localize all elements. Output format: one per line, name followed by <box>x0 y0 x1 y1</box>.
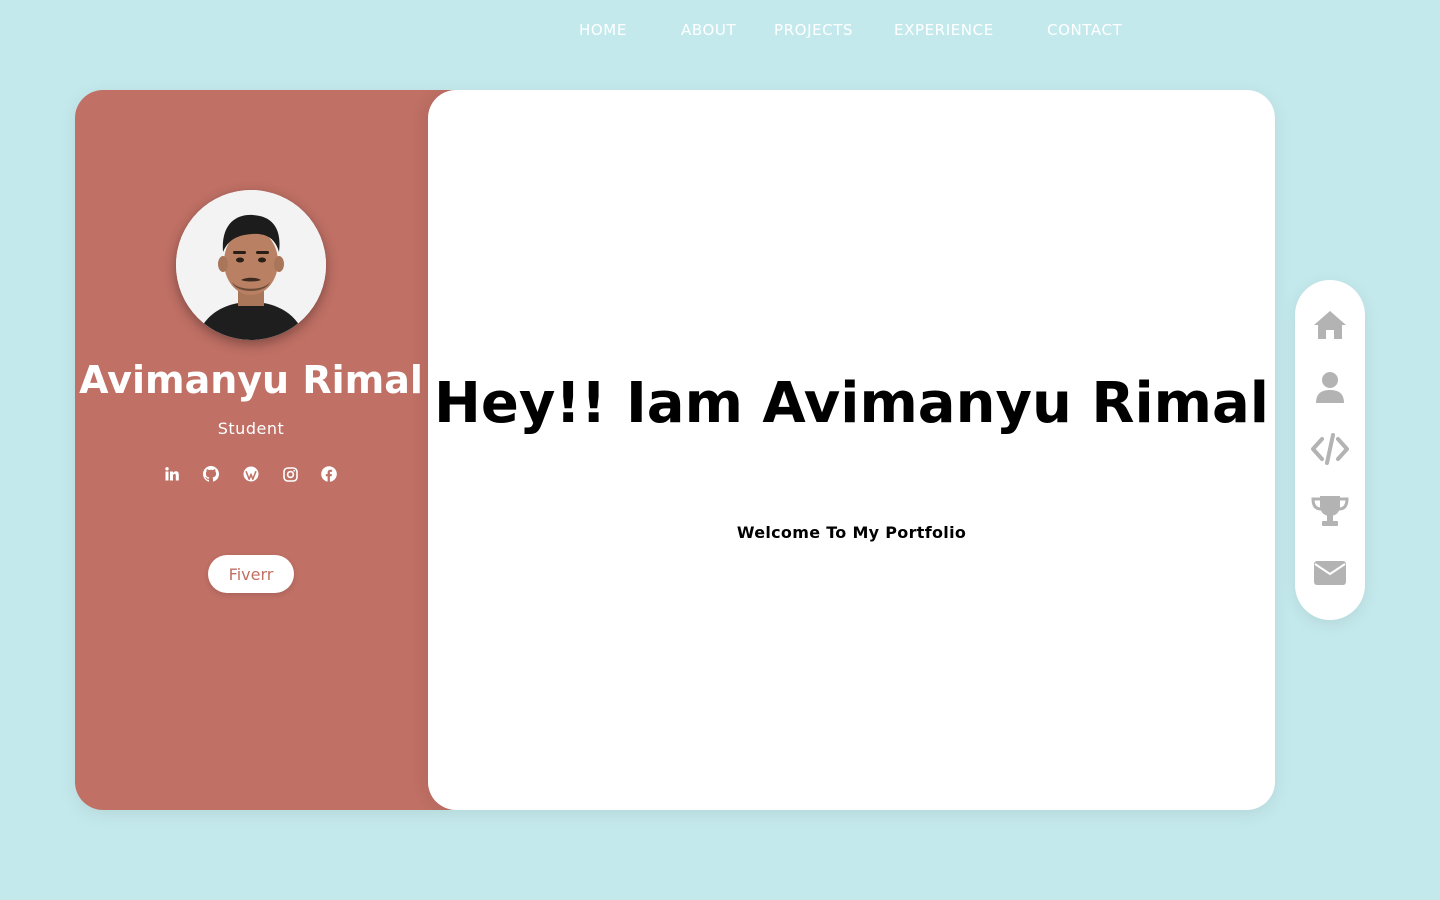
hero-subtitle: Welcome To My Portfolio <box>736 523 967 542</box>
avatar <box>176 190 326 340</box>
hero-title: Hey!! Iam Avimanyu Rimal <box>434 371 1269 436</box>
instagram-icon[interactable] <box>281 465 299 483</box>
nav-link-contact[interactable]: CONTACT <box>1047 21 1122 39</box>
profile-role: Student <box>217 419 285 438</box>
linkedin-icon[interactable] <box>163 465 181 483</box>
facebook-icon[interactable] <box>320 465 338 483</box>
top-navigation: HOME ABOUT PROJECTS EXPERIENCE CONTACT <box>0 0 1440 60</box>
trophy-icon[interactable] <box>1309 490 1351 532</box>
code-icon[interactable] <box>1309 428 1351 470</box>
wordpress-icon[interactable] <box>242 465 260 483</box>
envelope-icon[interactable] <box>1309 552 1351 594</box>
nav-link-home[interactable]: HOME <box>579 21 627 39</box>
github-icon[interactable] <box>202 465 220 483</box>
fiverr-button[interactable]: Fiverr <box>208 555 294 593</box>
social-links <box>75 465 427 485</box>
content-panel: Hey!! Iam Avimanyu Rimal Welcome To My P… <box>428 90 1275 810</box>
nav-link-projects[interactable]: PROJECTS <box>774 21 853 39</box>
nav-link-experience[interactable]: EXPERIENCE <box>894 21 994 39</box>
nav-link-about[interactable]: ABOUT <box>681 21 736 39</box>
portfolio-card: Avimanyu Rimal Student Fiverr Hey!! Iam … <box>75 90 1275 810</box>
home-icon[interactable] <box>1309 304 1351 346</box>
user-icon[interactable] <box>1309 366 1351 408</box>
side-navigation <box>1295 280 1365 620</box>
profile-panel: Avimanyu Rimal Student Fiverr <box>75 90 475 810</box>
profile-name: Avimanyu Rimal <box>79 358 423 402</box>
